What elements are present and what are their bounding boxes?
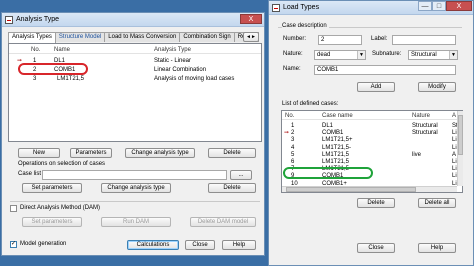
close-button[interactable]: Close bbox=[185, 240, 215, 250]
header-no: No. bbox=[31, 47, 41, 53]
delete-all-button[interactable]: Delete all bbox=[418, 198, 456, 208]
cases-horizontal-scrollbar[interactable] bbox=[282, 186, 457, 192]
list-header: No. Name Analysis Type bbox=[9, 46, 261, 54]
delete-case-button[interactable]: Delete bbox=[357, 198, 395, 208]
chevron-down-icon: ▼ bbox=[357, 51, 365, 59]
number-input[interactable]: 2 bbox=[318, 35, 362, 45]
tab-structure-model[interactable]: Structure Model bbox=[54, 32, 106, 42]
tab-load-to-mass[interactable]: Load to Mass Conversion bbox=[104, 32, 181, 42]
cases-list-header: No. Case name Nature A bbox=[282, 112, 462, 120]
model-generation-checkbox[interactable]: ✓ bbox=[10, 241, 17, 248]
analysis-window-titlebar[interactable]: Analysis Type bbox=[2, 13, 264, 27]
minimize-button[interactable]: — bbox=[418, 1, 432, 11]
header-no: No. bbox=[285, 113, 295, 119]
subnature-select[interactable]: Structural ▼ bbox=[408, 50, 458, 60]
dam-set-parameters-button[interactable]: Set parameters bbox=[22, 217, 82, 227]
load-types-help-button[interactable]: Help bbox=[418, 243, 456, 253]
app-icon bbox=[5, 15, 13, 24]
load-types-close-button[interactable]: Close bbox=[357, 243, 395, 253]
nature-label: Nature: bbox=[283, 51, 303, 57]
delete-button[interactable]: Delete bbox=[208, 148, 256, 158]
analysis-tabs: Analysis Types Structure Model Load to M… bbox=[8, 32, 259, 43]
case-type: Static - Linear bbox=[154, 58, 192, 64]
case-no: 3 bbox=[33, 76, 37, 82]
number-label: Number: bbox=[283, 36, 307, 42]
tab-combination-sign[interactable]: Combination Sign bbox=[179, 32, 235, 42]
header-case-name: Case name bbox=[322, 113, 353, 119]
analysis-window-title: Analysis Type bbox=[16, 16, 60, 23]
add-button[interactable]: Add bbox=[357, 82, 395, 92]
selection-delete-button[interactable]: Delete bbox=[208, 183, 256, 193]
chevron-down-icon: ▼ bbox=[449, 51, 457, 59]
new-button[interactable]: New bbox=[18, 148, 60, 158]
list-item[interactable]: 3 LM1T21,5 Analysis of moving load cases bbox=[9, 75, 261, 83]
app-icon bbox=[272, 3, 280, 12]
load-types-close-icon[interactable]: X bbox=[446, 1, 472, 11]
model-generation-label: Model generation bbox=[20, 241, 67, 247]
label-input[interactable] bbox=[392, 35, 456, 45]
header-name: Name bbox=[54, 47, 71, 53]
calculations-button[interactable]: Calculations bbox=[127, 240, 179, 250]
subnature-value: Structural bbox=[411, 52, 437, 58]
nature-select[interactable]: dead ▼ bbox=[314, 50, 366, 60]
modify-button[interactable]: Modify bbox=[418, 82, 456, 92]
close-window-button[interactable]: X bbox=[240, 14, 262, 24]
set-parameters-button[interactable]: Set parameters bbox=[22, 183, 82, 193]
operations-label: Operations on selection of cases bbox=[18, 161, 106, 167]
case-type: Linear Combination bbox=[154, 67, 207, 73]
case-type: Analysis of moving load cases bbox=[154, 76, 235, 82]
selection-change-type-button[interactable]: Change analysis type bbox=[101, 183, 171, 193]
load-types-title: Load Types bbox=[283, 4, 320, 11]
subnature-label: Subnature: bbox=[372, 51, 402, 57]
dam-checkbox[interactable] bbox=[10, 205, 17, 212]
delete-dam-model-button[interactable]: Delete DAM model bbox=[190, 217, 256, 227]
help-button[interactable]: Help bbox=[222, 240, 256, 250]
analysis-cases-list[interactable]: No. Name Analysis Type ➞ 1 DL1 Static - … bbox=[8, 43, 262, 142]
scroll-thumb[interactable] bbox=[458, 115, 463, 155]
red-highlight-ellipse bbox=[18, 63, 88, 75]
maximize-button[interactable]: □ bbox=[432, 1, 446, 11]
scroll-thumb[interactable] bbox=[286, 187, 416, 192]
dam-divider bbox=[10, 201, 260, 202]
header-nature: Nature bbox=[412, 113, 431, 119]
change-analysis-type-button[interactable]: Change analysis type bbox=[125, 148, 195, 158]
header-analysis-type: Analysis Type bbox=[154, 47, 191, 53]
tab-scroll-arrows[interactable]: ◄► bbox=[243, 32, 259, 42]
name-input[interactable]: COMB1 bbox=[314, 65, 456, 75]
browse-cases-button[interactable]: ... bbox=[230, 170, 252, 180]
case-name: LM1T21,5 bbox=[57, 76, 85, 82]
dam-label: Direct Analysis Method (DAM) bbox=[20, 205, 101, 211]
tab-analysis-types[interactable]: Analysis Types bbox=[8, 32, 56, 43]
parameters-button[interactable]: Parameters bbox=[70, 148, 112, 158]
case-list-input[interactable] bbox=[42, 170, 227, 180]
cases-vertical-scrollbar[interactable] bbox=[457, 111, 463, 186]
run-dam-button[interactable]: Run DAM bbox=[101, 217, 171, 227]
defined-cases-list[interactable]: No. Case name Nature A 1 DL1 Structural St ➞… bbox=[281, 110, 463, 193]
header-a: A bbox=[452, 113, 457, 119]
label-label: Label: bbox=[371, 36, 388, 42]
green-highlight-ellipse bbox=[283, 167, 373, 179]
defined-cases-label: List of defined cases: bbox=[282, 101, 339, 107]
case-list-label: Case list bbox=[18, 171, 42, 177]
nature-value: dead bbox=[317, 52, 331, 58]
name-label: Name: bbox=[283, 66, 301, 72]
case-description-label: Case description bbox=[282, 23, 329, 29]
